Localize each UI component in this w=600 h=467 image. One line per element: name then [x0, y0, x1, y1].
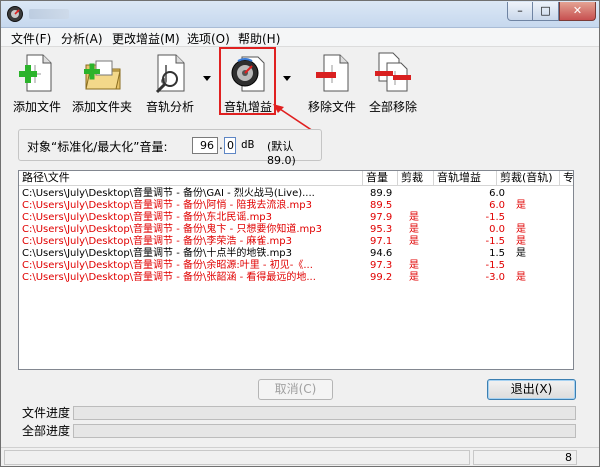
clipping-cell: 是 — [409, 272, 419, 283]
add-folder-label: 添加文件夹 — [71, 100, 132, 114]
track-analysis-button[interactable]: 音轨分析 — [144, 49, 196, 117]
list-header: 路径\文件 音量 剪裁 音轨增益 剪裁(音轨) 专 — [19, 171, 573, 186]
volume-cell: 99.2 — [370, 272, 393, 283]
app-icon — [7, 6, 23, 22]
all-progress-label: 全部进度 — [22, 424, 71, 438]
title-bar: – □ ✕ — [1, 1, 599, 28]
gain-dropdown-arrow[interactable] — [282, 75, 292, 83]
add-file-icon — [19, 54, 52, 92]
add-folder-icon — [84, 60, 121, 90]
column-header-album[interactable]: 专 — [560, 171, 573, 186]
menu-bar: 文件(F) 分析(A) 更改增益(M) 选项(O) 帮助(H) — [1, 28, 599, 47]
volume-decimal-point: . — [219, 138, 223, 152]
target-volume-label: 对象“标准化/最大化”音量: — [27, 140, 168, 154]
close-button[interactable]: ✕ — [559, 2, 596, 21]
menu-analysis[interactable]: 分析(A) — [61, 30, 103, 47]
menu-options[interactable]: 选项(O) — [187, 30, 230, 47]
track-gain-cell: -3.0 — [485, 272, 505, 283]
menu-file[interactable]: 文件(F) — [11, 30, 51, 47]
maximize-button[interactable]: □ — [533, 2, 559, 21]
default-volume-label: (默认 89.0) — [267, 140, 296, 167]
target-volume-input[interactable]: 96 — [192, 137, 218, 154]
analysis-icon — [155, 54, 185, 94]
cancel-button[interactable]: 取消(C) — [258, 379, 333, 400]
file-progress-label: 文件进度 — [22, 406, 71, 420]
column-header-path[interactable]: 路径\文件 — [19, 171, 363, 186]
track-analysis-label: 音轨分析 — [145, 100, 194, 114]
menu-change-gain[interactable]: 更改增益(M) — [112, 30, 180, 47]
exit-button[interactable]: 退出(X) — [487, 379, 576, 400]
app-title-blurred — [29, 9, 69, 19]
table-row[interactable]: C:\Users\July\Desktop\音量调节 - 备份\张韶涵 - 看得… — [19, 271, 573, 284]
file-path-cell: C:\Users\July\Desktop\音量调节 - 备份\张韶涵 - 看得… — [22, 272, 316, 283]
db-unit-label: dB — [241, 138, 255, 151]
file-progress-bar — [73, 406, 576, 420]
file-list[interactable]: 路径\文件 音量 剪裁 音轨增益 剪裁(音轨) 专 C:\Users\July\… — [18, 170, 574, 370]
add-file-button[interactable]: 添加文件 — [12, 49, 62, 117]
column-header-volume[interactable]: 音量 — [363, 171, 398, 186]
app-window: – □ ✕ 文件(F) 分析(A) 更改增益(M) 选项(O) 帮助(H) 添加… — [0, 0, 600, 467]
status-bar: 8 — [1, 447, 599, 466]
column-header-track-gain[interactable]: 音轨增益 — [434, 171, 497, 186]
all-progress-bar — [73, 424, 576, 438]
menu-help[interactable]: 帮助(H) — [238, 30, 280, 47]
column-header-clipping[interactable]: 剪裁 — [398, 171, 434, 186]
column-header-track-clipping[interactable]: 剪裁(音轨) — [497, 171, 560, 186]
target-volume-group: 对象“标准化/最大化”音量: 96 . 0 dB (默认 89.0) — [18, 129, 322, 167]
track-clipping-cell: 是 — [516, 272, 526, 283]
remove-all-label: 全部移除 — [368, 100, 417, 114]
add-folder-button[interactable]: 添加文件夹 — [71, 49, 133, 117]
analysis-dropdown-arrow[interactable] — [202, 75, 212, 83]
status-file-count: 8 — [473, 450, 577, 465]
status-pane-main — [4, 450, 470, 465]
gain-highlight-box — [219, 47, 276, 115]
remove-all-button[interactable]: 全部移除 — [367, 49, 419, 117]
remove-file-icon — [316, 54, 349, 92]
minimize-button[interactable]: – — [507, 2, 533, 21]
add-file-label: 添加文件 — [12, 100, 61, 114]
target-volume-decimal-input[interactable]: 0 — [224, 137, 236, 154]
remove-all-icon — [375, 52, 411, 92]
